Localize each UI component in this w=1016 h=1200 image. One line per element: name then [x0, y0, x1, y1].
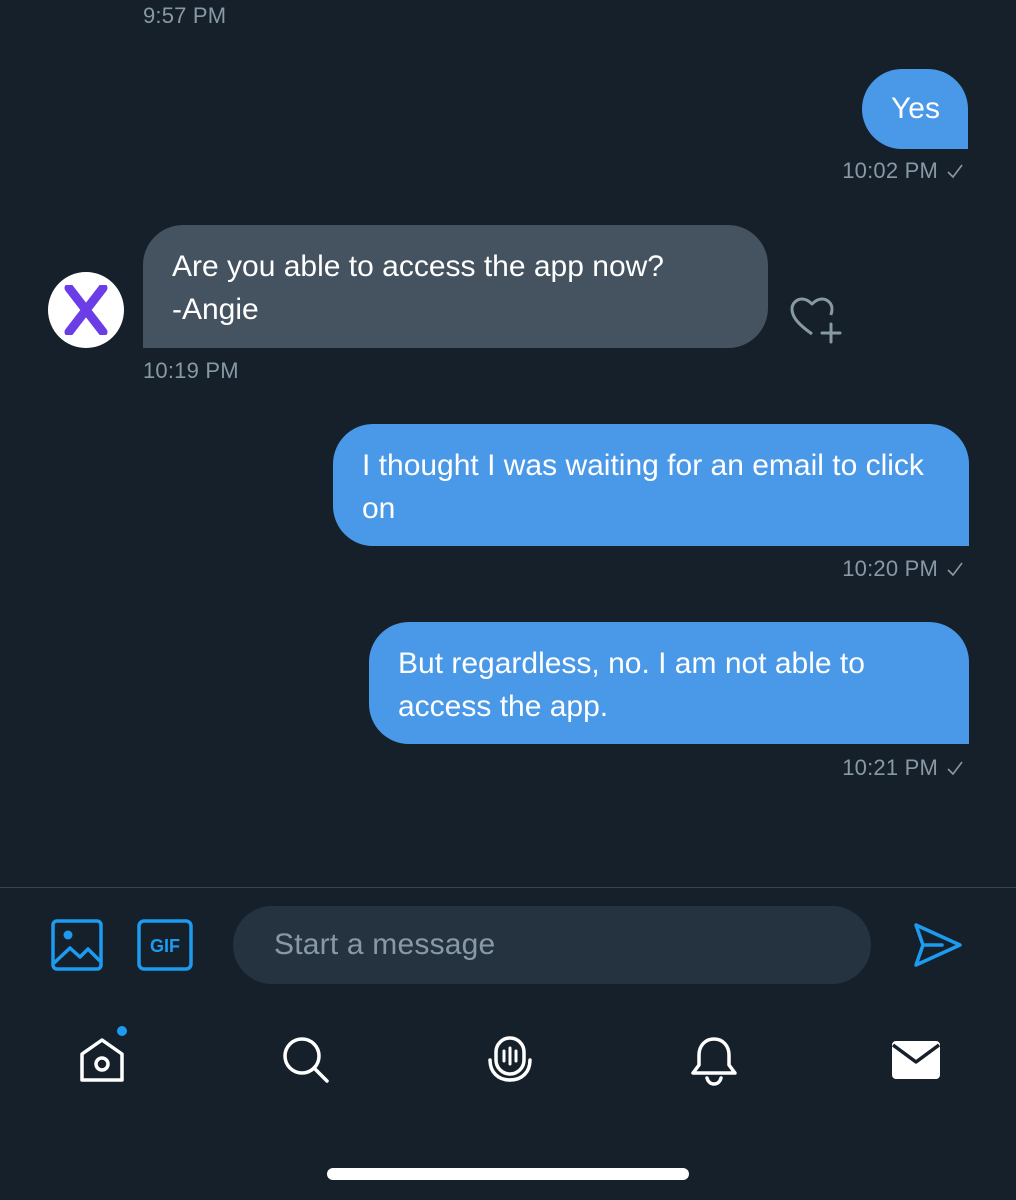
gif-icon[interactable]: GIF	[137, 919, 193, 971]
outgoing-message-bubble[interactable]: I thought I was waiting for an email to …	[333, 424, 969, 546]
x-logo-icon	[64, 285, 108, 335]
message-timestamp: 10:21 PM	[842, 755, 964, 781]
add-reaction-heart-icon[interactable]	[788, 294, 844, 346]
sent-check-icon	[947, 562, 963, 577]
image-icon[interactable]	[51, 919, 103, 971]
home-indicator[interactable]	[327, 1168, 689, 1180]
message-timestamp: 9:57 PM	[143, 3, 227, 28]
outgoing-message-bubble[interactable]: Yes	[862, 69, 968, 149]
home-notification-dot	[115, 1024, 129, 1038]
dm-conversation-screen: 9:57 PM Yes 10:02 PM Are you able to acc…	[0, 0, 1016, 1200]
message-timestamp: 10:02 PM	[842, 158, 964, 184]
incoming-message-bubble[interactable]: Are you able to access the app now? -Ang…	[143, 225, 768, 348]
message-input[interactable]: Start a message	[233, 906, 871, 984]
composer-divider	[0, 887, 1016, 888]
spaces-mic-icon[interactable]	[484, 1034, 536, 1086]
notifications-bell-icon[interactable]	[688, 1034, 740, 1086]
search-icon[interactable]	[280, 1034, 332, 1086]
outgoing-message-bubble[interactable]: But regardless, no. I am not able to acc…	[369, 622, 969, 744]
message-timestamp: 10:20 PM	[842, 556, 964, 582]
avatar[interactable]	[48, 272, 124, 348]
svg-text:GIF: GIF	[150, 936, 180, 956]
message-timestamp: 10:19 PM	[143, 358, 239, 383]
sent-check-icon	[947, 164, 963, 179]
home-icon[interactable]	[76, 1034, 128, 1086]
sent-check-icon	[947, 761, 963, 776]
messages-envelope-icon[interactable]	[890, 1034, 942, 1086]
send-icon[interactable]	[912, 919, 964, 971]
